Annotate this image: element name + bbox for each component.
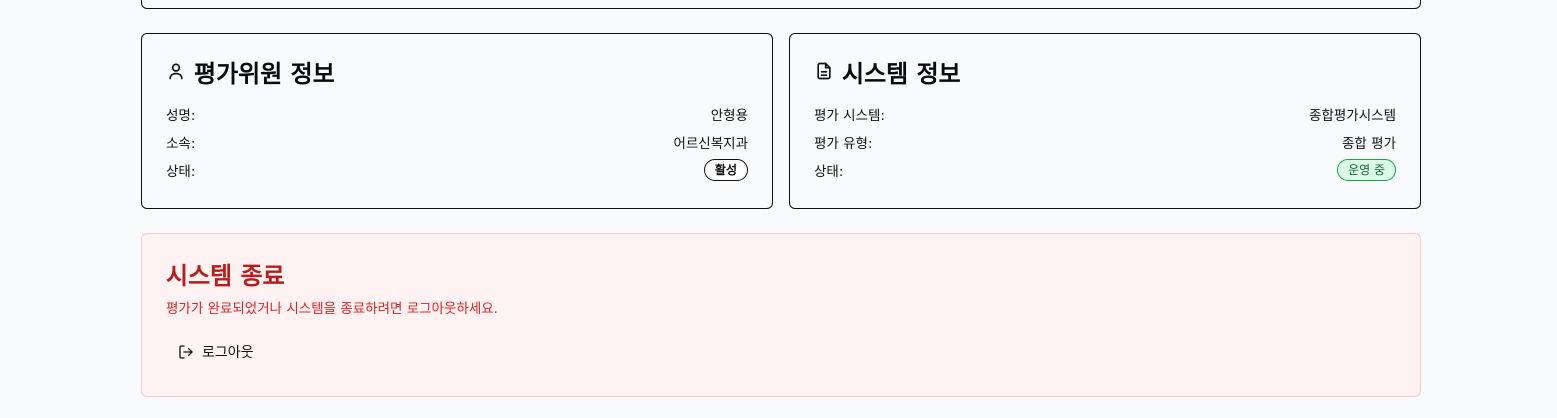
logout-button[interactable]: 로그아웃 [172,338,260,366]
system-name-value: 종합평가시스템 [1309,108,1396,124]
evaluator-status-label: 상태: [166,164,196,180]
system-info-card: 시스템 정보 평가 시스템: 종합평가시스템 평가 유형: 종합 평가 상태: … [789,33,1421,209]
evaluation-type-row: 평가 유형: 종합 평가 [814,128,1396,156]
evaluator-info-rows: 성명: 안형용 소속: 어르신복지과 상태: 활성 [166,100,748,184]
evaluator-info-header: 평가위원 정보 [166,56,748,88]
system-name-row: 평가 시스템: 종합평가시스템 [814,100,1396,128]
logout-icon [179,345,193,359]
logout-label: 로그아웃 [202,345,254,361]
evaluation-type-value: 종합 평가 [1342,136,1396,152]
evaluator-name-label: 성명: [166,108,196,124]
evaluator-status-badge: 활성 [703,159,748,181]
system-info-header: 시스템 정보 [814,56,1396,88]
previous-card [141,0,1421,9]
system-exit-card: 시스템 종료 평가가 완료되었거나 시스템을 종료하려면 로그아웃하세요. 로그… [141,233,1421,397]
evaluation-type-label: 평가 유형: [814,136,873,152]
evaluator-affiliation-row: 소속: 어르신복지과 [166,128,748,156]
system-info-rows: 평가 시스템: 종합평가시스템 평가 유형: 종합 평가 상태: 운영 중 [814,100,1396,184]
evaluator-name-row: 성명: 안형용 [166,100,748,128]
document-icon [817,62,831,80]
evaluator-name-value: 안형용 [710,108,748,124]
system-exit-description: 평가가 완료되었거나 시스템을 종료하려면 로그아웃하세요. [166,301,498,317]
user-icon [169,63,183,80]
evaluator-info-card: 평가위원 정보 성명: 안형용 소속: 어르신복지과 상태: 활성 [141,33,773,209]
evaluator-affiliation-value: 어르신복지과 [673,136,748,152]
evaluator-status-row: 상태: 활성 [166,156,748,184]
system-info-title: 시스템 정보 [842,59,961,88]
system-status-badge: 운영 중 [1337,159,1396,181]
system-status-row: 상태: 운영 중 [814,156,1396,184]
evaluator-info-title: 평가위원 정보 [194,59,335,88]
system-exit-title: 시스템 종료 [166,262,285,290]
system-status-label: 상태: [814,164,844,180]
system-name-label: 평가 시스템: [814,108,885,124]
evaluator-affiliation-label: 소속: [166,136,196,152]
